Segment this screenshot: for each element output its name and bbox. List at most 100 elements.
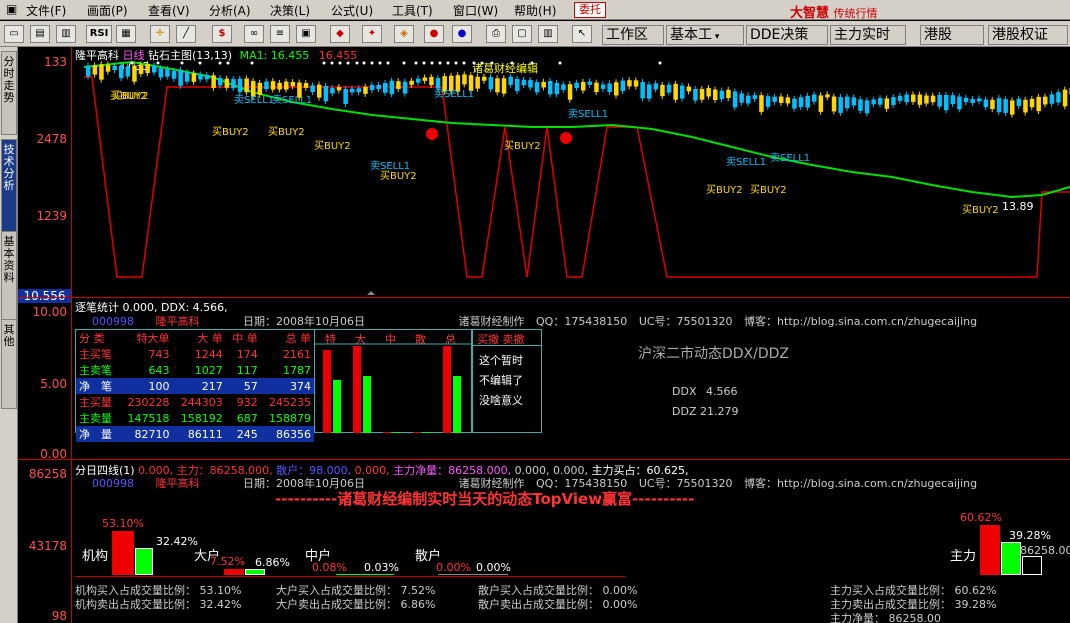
marker-dot	[362, 61, 366, 65]
glasses-icon[interactable]: ∞	[244, 25, 264, 43]
chart-icon[interactable]: ▥	[56, 25, 76, 43]
panel-icon[interactable]: ▢	[512, 25, 532, 43]
marker-dot	[180, 61, 184, 65]
date-label: 日期：	[243, 477, 276, 490]
candle-body	[666, 84, 672, 93]
brand-sub: 传统行情	[833, 7, 878, 20]
candle-body	[376, 84, 381, 90]
candle-body	[977, 98, 982, 102]
date-value: 2008年10月06日	[276, 315, 365, 328]
note-line: 不编辑了	[479, 374, 523, 387]
brand-logo: 大智慧 传统行情	[790, 2, 878, 21]
candle-body	[1056, 92, 1061, 103]
tab-fundamental[interactable]: 基本资料	[1, 231, 17, 321]
menu-screen[interactable]: 画面(P)	[87, 2, 128, 19]
tab-other[interactable]: 其他	[1, 319, 17, 409]
books-icon[interactable]: ▥	[538, 25, 558, 43]
menu-formula[interactable]: 公式(U)	[331, 2, 373, 19]
trade-button[interactable]: 委托	[574, 2, 606, 18]
table-row: 净 量 82710 86111 245 86356	[76, 426, 314, 442]
menu-view[interactable]: 查看(V)	[148, 2, 190, 19]
open-folder-icon[interactable]: ▭	[4, 25, 24, 43]
candle-body	[693, 88, 698, 101]
zhuli-buy: 60.62%	[960, 511, 1002, 524]
marker-dot	[250, 61, 254, 65]
list-icon[interactable]: ≡	[270, 25, 290, 43]
tab-basic-dropdown[interactable]: 基本工 ▾	[666, 25, 744, 45]
cell: 643	[148, 363, 170, 377]
menu-window[interactable]: 窗口(W)	[453, 2, 498, 19]
cell: 687	[236, 411, 258, 425]
rsi-button[interactable]: RSI	[86, 25, 112, 43]
alert-icon[interactable]: ◆	[330, 25, 350, 43]
axis-tick-86258: 86258	[28, 467, 67, 481]
tab-basic-label: 基本工	[670, 27, 712, 43]
candle-body	[125, 66, 131, 77]
candle-body	[211, 75, 216, 88]
bar-buy-total	[443, 346, 451, 433]
ruler-icon[interactable]: ╱	[176, 25, 196, 43]
candle-body	[86, 65, 91, 77]
diamond-icon[interactable]: ◈	[394, 25, 414, 43]
brand-name: 大智慧	[790, 6, 830, 21]
zhuli-buy-bar	[980, 525, 1000, 575]
candle-body	[1043, 96, 1048, 105]
ddx-value: 4.566	[706, 385, 738, 398]
help-cursor-icon[interactable]: ↖	[572, 25, 592, 43]
candle-body	[897, 95, 903, 101]
marker-dot	[355, 61, 359, 65]
tab-hk[interactable]: 港股	[920, 25, 984, 45]
candle-body	[488, 77, 494, 90]
candle-body	[805, 95, 810, 108]
window-icon[interactable]: ▤	[30, 25, 50, 43]
marker-dot	[198, 61, 202, 65]
menu-file[interactable]: 文件(F)	[26, 2, 66, 19]
buy-signal-label: 买BUY2	[750, 184, 787, 196]
menu-analyze[interactable]: 分析(A)	[209, 2, 251, 19]
tab-hk-warrant[interactable]: 港股权证	[988, 25, 1068, 45]
print-icon[interactable]: ⎙	[486, 25, 506, 43]
marker-dot	[402, 61, 406, 65]
globe-icon[interactable]: ●	[452, 25, 472, 43]
tab-main-force[interactable]: 主力实时	[830, 25, 906, 45]
candle-body	[198, 74, 203, 80]
candle-body	[231, 79, 236, 89]
blog-label: 博客：http://blog.sina.com.cn/zhugecaijing	[744, 477, 978, 490]
candlestick-chart[interactable]: 买BUY2 买BUY2 买BUY2 买BUY2 买BUY2 买BUY2 买BUY2 买BUY2…	[72, 47, 1070, 297]
tab-workspace[interactable]: 工作区	[602, 25, 664, 45]
candle-body	[501, 78, 507, 94]
record-icon[interactable]: ●	[424, 25, 444, 43]
menu-decision[interactable]: 决策(L)	[270, 2, 310, 19]
star-icon[interactable]: ✦	[362, 25, 382, 43]
candle-body	[356, 88, 362, 93]
stat-jigou-sell: 机构卖出占成交量比例： 32.42%	[75, 598, 242, 611]
candle-body	[1049, 94, 1055, 104]
col-header: 分 类	[79, 332, 105, 345]
candle-body	[409, 80, 414, 85]
tab-intraday[interactable]: 分时走势	[1, 51, 17, 135]
candle-body	[369, 84, 375, 91]
bar-buy-extra	[323, 350, 331, 433]
tab-technical[interactable]: 技术分析	[1, 139, 17, 239]
tab-dde[interactable]: DDE决策	[746, 25, 828, 45]
candle-body	[680, 85, 685, 99]
candle-body	[462, 74, 467, 85]
menu-tools[interactable]: 工具(T)	[392, 2, 433, 19]
candle-body	[884, 98, 890, 109]
candle-body	[647, 84, 652, 99]
buy-signal-label: 买BUY2	[706, 184, 743, 196]
marker-dot	[378, 61, 382, 65]
candle-body	[798, 97, 804, 108]
crosshair-icon[interactable]: ✛	[150, 25, 170, 43]
money-icon[interactable]: $	[212, 25, 232, 43]
col-header: 总 单	[285, 332, 312, 345]
grid-icon[interactable]: ▦	[116, 25, 136, 43]
calendar-icon[interactable]: ▣	[296, 25, 316, 43]
candle-body	[963, 97, 969, 103]
smiley-icon	[426, 128, 438, 140]
app-icon[interactable]: ▣	[6, 2, 17, 16]
menu-help[interactable]: 帮助(H)	[514, 2, 556, 19]
bar-buy-big	[353, 346, 361, 433]
candle-body	[574, 82, 579, 89]
cell: 86356	[276, 427, 311, 441]
